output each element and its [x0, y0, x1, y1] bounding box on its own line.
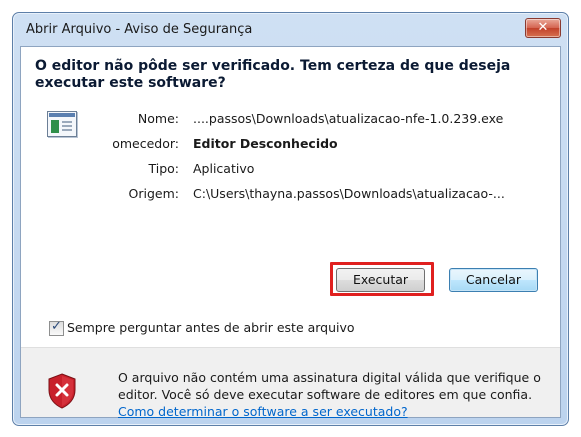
- always-ask-checkbox[interactable]: ✓: [49, 319, 64, 336]
- close-button[interactable]: ✕: [525, 18, 561, 38]
- detail-row-name: Nome: ....passos\Downloads\atualizacao-n…: [21, 111, 541, 129]
- origin-value: C:\Users\thayna.passos\Downloads\atualiz…: [193, 186, 505, 201]
- close-icon: ✕: [537, 20, 549, 35]
- detail-row-origin: Origem: C:\Users\thayna.passos\Downloads…: [21, 186, 551, 204]
- type-value: Aplicativo: [193, 161, 255, 176]
- dialog-title: Abrir Arquivo - Aviso de Segurança: [26, 22, 253, 37]
- always-ask-label: Sempre perguntar antes de abrir este arq…: [67, 320, 355, 335]
- detail-label: Tipo:: [148, 161, 179, 176]
- warning-footer: O arquivo não contém uma assinatura digi…: [21, 347, 560, 420]
- help-link[interactable]: Como determinar o software a ser executa…: [118, 404, 408, 419]
- checkmark-icon: ✓: [51, 319, 62, 334]
- cancel-button[interactable]: Cancelar: [449, 268, 538, 292]
- security-warning-dialog: Abrir Arquivo - Aviso de Segurança ✕ O e…: [12, 12, 569, 426]
- warning-text: O arquivo não contém uma assinatura digi…: [118, 370, 541, 402]
- detail-label: omecedor:: [112, 136, 179, 151]
- title-bar[interactable]: Abrir Arquivo - Aviso de Segurança ✕: [13, 13, 568, 47]
- file-name-value: ....passos\Downloads\atualizacao-nfe-1.0…: [193, 111, 504, 126]
- warning-message: O arquivo não contém uma assinatura digi…: [118, 369, 558, 420]
- detail-label: Origem:: [128, 186, 179, 201]
- detail-row-type: Tipo: Aplicativo: [21, 161, 541, 179]
- execute-button[interactable]: Executar: [336, 268, 425, 292]
- verification-question: O editor não pôde ser verificado. Tem ce…: [35, 58, 511, 91]
- detail-row-publisher: omecedor: Editor Desconhecido: [21, 136, 541, 154]
- publisher-value: Editor Desconhecido: [193, 136, 338, 151]
- shield-error-icon: [48, 373, 76, 409]
- detail-label: Nome:: [137, 111, 179, 126]
- dialog-body: O editor não pôde ser verificado. Tem ce…: [20, 46, 561, 420]
